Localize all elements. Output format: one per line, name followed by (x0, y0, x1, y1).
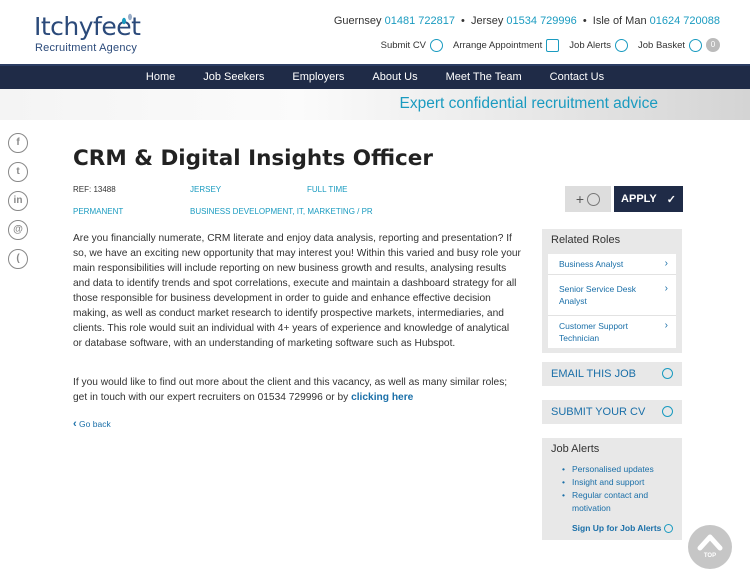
nav-home[interactable]: Home (146, 66, 175, 89)
isle-of-man-label: Isle of Man (592, 15, 647, 27)
hero-banner: Expert confidential recruitment advice (0, 89, 750, 120)
sign-up-label: Sign Up for Job Alerts (572, 523, 662, 533)
related-role-item[interactable]: Customer Support Technician › (548, 316, 676, 348)
linkedin-icon[interactable]: in (8, 191, 28, 211)
job-location[interactable]: JERSEY (190, 185, 221, 194)
twitter-icon[interactable]: t (8, 162, 28, 182)
job-alerts-benefits: Personalised updates Insight and support… (562, 463, 672, 515)
check-icon: ✓ (666, 193, 676, 206)
separator: • (461, 15, 465, 27)
alert-icon (615, 38, 628, 52)
related-roles-panel: Related Roles Business Analyst › Senior … (542, 229, 682, 353)
page-title: CRM & Digital Insights Officer (73, 146, 433, 171)
submit-your-cv-button[interactable]: SUBMIT YOUR CV (542, 400, 682, 424)
related-role-label: Business Analyst (559, 259, 624, 269)
whatsapp-icon[interactable]: ( (8, 249, 28, 269)
nav-about-us[interactable]: About Us (372, 66, 417, 89)
arrange-appointment-label: Arrange Appointment (453, 39, 543, 51)
isle-of-man-phone[interactable]: 01624 720088 (650, 15, 720, 27)
phone-numbers: Guernsey 01481 722817 • Jersey 01534 729… (334, 15, 720, 27)
utility-links: Submit CV Arrange Appointment Job Alerts… (381, 38, 720, 52)
submit-your-cv-label: SUBMIT YOUR CV (551, 406, 646, 418)
chevron-left-icon: ‹ (73, 418, 77, 430)
job-hours[interactable]: FULL TIME (307, 185, 347, 194)
job-sectors[interactable]: BUSINESS DEVELOPMENT, IT, MARKETING / PR (190, 207, 373, 216)
submit-cv-label: Submit CV (380, 39, 427, 51)
related-roles-list: Business Analyst › Senior Service Desk A… (548, 254, 676, 348)
go-back-label: Go back (79, 419, 111, 429)
related-role-item[interactable]: Business Analyst › (548, 254, 676, 275)
job-alerts-link[interactable]: Job Alerts (569, 38, 628, 52)
logo-tagline: Recruitment Agency (35, 42, 138, 54)
sign-up-job-alerts-link[interactable]: Sign Up for Job Alerts (572, 523, 673, 534)
back-to-top-label: TOP (703, 553, 717, 559)
job-basket-link[interactable]: Job Basket 0 (638, 38, 720, 52)
plus-icon: + (575, 191, 585, 207)
email-this-job-button[interactable]: EMAIL THIS JOB (542, 362, 682, 386)
cv-icon (430, 38, 444, 52)
job-type[interactable]: PERMANENT (73, 207, 123, 216)
basket-icon (689, 38, 702, 52)
nav-employers[interactable]: Employers (292, 66, 344, 89)
chevron-right-icon: › (664, 258, 668, 269)
chevron-right-icon: › (664, 283, 668, 294)
related-role-label: Senior Service Desk Analyst (559, 284, 637, 306)
alert-icon (663, 524, 673, 534)
jersey-phone[interactable]: 01534 729996 (506, 15, 576, 27)
go-back-link[interactable]: ‹ Go back (73, 418, 111, 430)
list-item: Personalised updates (562, 463, 672, 476)
related-role-label: Customer Support Technician (559, 321, 628, 343)
job-alerts-panel: Job Alerts Personalised updates Insight … (542, 438, 682, 540)
nav-job-seekers[interactable]: Job Seekers (203, 66, 264, 89)
back-to-top-button[interactable]: TOP (688, 525, 732, 569)
chevron-right-icon: › (664, 320, 668, 331)
main-nav: Home Job Seekers Employers About Us Meet… (0, 64, 750, 89)
job-ref: REF: 13488 (73, 185, 116, 194)
submit-cv-link[interactable]: Submit CV (380, 38, 444, 52)
clicking-here-link[interactable]: clicking here (351, 392, 413, 403)
cv-icon (662, 406, 673, 417)
banner-tagline: Expert confidential recruitment advice (399, 95, 658, 112)
email-this-job-label: EMAIL THIS JOB (551, 368, 636, 380)
arrange-appointment-link[interactable]: Arrange Appointment (453, 38, 560, 52)
footprints-icon (122, 13, 132, 25)
job-alerts-label: Job Alerts (569, 39, 611, 51)
social-share: f t in @ ( (8, 133, 28, 269)
contact-paragraph: If you would like to find out more about… (73, 375, 521, 405)
basket-icon (587, 192, 601, 206)
calendar-icon (546, 38, 560, 52)
list-item: Insight and support (562, 476, 672, 489)
job-basket-label: Job Basket (638, 39, 685, 51)
email-share-icon[interactable]: @ (8, 220, 28, 240)
apply-label: APPLY (621, 193, 657, 205)
facebook-icon[interactable]: f (8, 133, 28, 153)
basket-count-badge: 0 (706, 38, 720, 52)
list-item: Regular contact and motivation (562, 489, 672, 515)
jersey-label: Jersey (470, 15, 504, 27)
nav-meet-the-team[interactable]: Meet The Team (446, 66, 522, 89)
add-to-basket-button[interactable]: + (565, 186, 611, 212)
email-icon (662, 368, 673, 379)
guernsey-phone[interactable]: 01481 722817 (385, 15, 455, 27)
contact-text: If you would like to find out more about… (73, 377, 508, 403)
nav-contact-us[interactable]: Contact Us (550, 66, 604, 89)
related-role-item[interactable]: Senior Service Desk Analyst › (548, 275, 676, 316)
job-alerts-title: Job Alerts (551, 443, 600, 455)
logo[interactable]: Itchyfeet Recruitment Agency (34, 12, 144, 56)
job-description: Are you financially numerate, CRM litera… (73, 233, 521, 349)
separator: • (582, 15, 587, 27)
related-roles-title: Related Roles (551, 234, 621, 246)
guernsey-label: Guernsey (333, 15, 382, 27)
apply-button[interactable]: APPLY ✓ (614, 186, 683, 212)
